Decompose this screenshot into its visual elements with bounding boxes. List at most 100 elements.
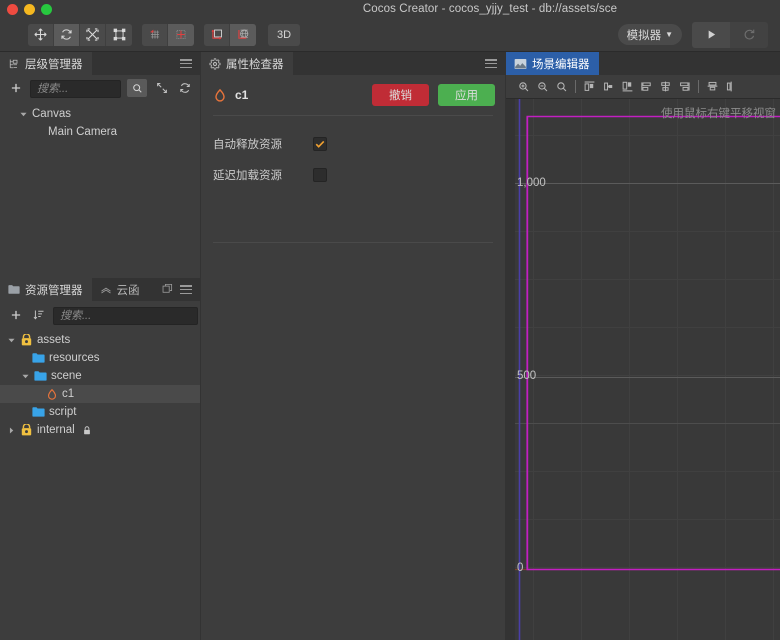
window-title: Cocos Creator - cocos_yjjy_test - db://a… bbox=[362, 3, 618, 15]
assets-menu-icon[interactable] bbox=[180, 285, 192, 294]
search-icon bbox=[132, 83, 142, 93]
chevron-down-icon[interactable] bbox=[18, 109, 28, 119]
align-center-h-button[interactable] bbox=[599, 77, 618, 97]
chevron-down-icon[interactable] bbox=[6, 335, 16, 345]
collapse-icon bbox=[156, 82, 167, 94]
play-icon bbox=[708, 30, 715, 39]
hierarchy-refresh-button[interactable] bbox=[176, 80, 193, 97]
hierarchy-tab-actions bbox=[180, 52, 200, 75]
distribute-v-button[interactable] bbox=[722, 77, 741, 97]
align-left-button[interactable] bbox=[580, 77, 599, 97]
assets-tabbar: 资源管理器 云函 bbox=[0, 278, 200, 301]
apply-button[interactable]: 应用 bbox=[438, 84, 495, 106]
tab-scene-editor-label: 场景编辑器 bbox=[532, 58, 590, 71]
local-coord-button[interactable] bbox=[204, 23, 230, 46]
title-bar: Cocos Creator - cocos_yjjy_test - db://a… bbox=[0, 0, 780, 18]
zoom-out-button[interactable] bbox=[533, 77, 552, 97]
distribute-h-button[interactable] bbox=[703, 77, 722, 97]
assets-node-script[interactable]: script bbox=[0, 403, 200, 421]
axis-label-500: 500 bbox=[517, 370, 537, 382]
scale-tool-button[interactable] bbox=[80, 23, 106, 46]
axis-label-1000: 1,000 bbox=[517, 177, 546, 189]
scene-viewport[interactable]: 使用鼠标右键平移视窗 1,000 500 0 bbox=[506, 99, 780, 640]
hierarchy-search-wrap bbox=[30, 79, 121, 98]
align-middle-v-icon bbox=[661, 81, 670, 92]
play-button[interactable] bbox=[692, 21, 730, 48]
scene-tabbar: 场景编辑器 bbox=[506, 52, 780, 75]
hierarchy-node-canvas[interactable]: Canvas bbox=[0, 105, 200, 123]
tab-hierarchy[interactable]: 层级管理器 bbox=[0, 52, 92, 75]
chevron-right-icon[interactable] bbox=[6, 425, 16, 435]
global-coord-button[interactable] bbox=[230, 23, 256, 46]
hierarchy-collapse-button[interactable] bbox=[153, 80, 170, 97]
assets-node-label: assets bbox=[37, 334, 71, 346]
assets-search-wrap bbox=[53, 306, 198, 325]
scene-panel: 场景编辑器 使用鼠标右键平移视窗 1,000 500 0 bbox=[506, 52, 780, 640]
pivot-anchor-button[interactable] bbox=[168, 23, 194, 46]
align-top-button[interactable] bbox=[637, 77, 656, 97]
inspector-asset-name: c1 bbox=[235, 88, 249, 102]
play-controls bbox=[692, 21, 768, 48]
scene-icon bbox=[215, 88, 225, 102]
tab-scene-editor[interactable]: 场景编辑器 bbox=[506, 52, 599, 75]
align-bottom-button[interactable] bbox=[675, 77, 694, 97]
hierarchy-add-button[interactable] bbox=[7, 80, 24, 97]
scene-toolbar bbox=[506, 75, 780, 99]
hierarchy-menu-icon[interactable] bbox=[180, 59, 192, 68]
zoom-reset-button[interactable] bbox=[552, 77, 571, 97]
hierarchy-toolbar bbox=[0, 75, 200, 101]
simulator-dropdown[interactable]: 模拟器 ▼ bbox=[617, 24, 682, 45]
hierarchy-search-input[interactable] bbox=[30, 80, 121, 98]
zoom-reset-icon bbox=[556, 81, 566, 91]
transform-tool-group bbox=[28, 23, 132, 46]
rect-transform-tool-button[interactable] bbox=[106, 23, 132, 46]
lock-icon bbox=[83, 425, 90, 434]
chevron-down-icon[interactable] bbox=[20, 371, 30, 381]
refresh-icon bbox=[179, 83, 190, 93]
rotate-tool-button[interactable] bbox=[54, 23, 80, 46]
assets-sort-button[interactable] bbox=[30, 306, 47, 323]
inspector-menu-icon[interactable] bbox=[485, 59, 497, 68]
assets-search-input[interactable] bbox=[53, 306, 198, 325]
hierarchy-icon bbox=[9, 59, 18, 68]
tab-cloud-function-label: 云函 bbox=[116, 284, 140, 297]
assets-node-internal[interactable]: internal bbox=[0, 421, 200, 439]
property-row-auto-release: 自动释放资源 bbox=[201, 128, 505, 159]
assets-node-resources[interactable]: resources bbox=[0, 349, 200, 367]
revert-button[interactable]: 撤销 bbox=[372, 84, 429, 106]
hierarchy-search-button[interactable] bbox=[127, 79, 147, 97]
assets-popout-icon[interactable] bbox=[162, 281, 173, 299]
hierarchy-node-main-camera[interactable]: Main Camera bbox=[0, 123, 200, 141]
inspector-header: c1 撤销 应用 bbox=[201, 75, 505, 115]
assets-node-c1[interactable]: c1 bbox=[0, 385, 200, 403]
zoom-in-button[interactable] bbox=[514, 77, 533, 97]
align-middle-v-button[interactable] bbox=[656, 77, 675, 97]
inspector-actions: 撤销 应用 bbox=[372, 84, 495, 106]
pivot-center-button[interactable] bbox=[142, 23, 168, 46]
auto-release-checkbox[interactable] bbox=[313, 136, 327, 151]
assets-add-button[interactable] bbox=[7, 306, 24, 323]
cloud-function-icon bbox=[100, 287, 111, 293]
property-row-lazy-load: 延迟加载资源 bbox=[201, 159, 505, 190]
assets-node-assets[interactable]: assets bbox=[0, 331, 200, 349]
property-label: 延迟加载资源 bbox=[213, 169, 282, 182]
lazy-load-checkbox[interactable] bbox=[313, 167, 327, 182]
chevron-down-icon: ▼ bbox=[665, 29, 673, 39]
assets-toolbar bbox=[0, 301, 200, 328]
coord-tool-group bbox=[204, 23, 256, 46]
assets-node-scene[interactable]: scene bbox=[0, 367, 200, 385]
tab-cloud-function[interactable]: 云函 bbox=[91, 278, 149, 301]
move-tool-button[interactable] bbox=[28, 23, 54, 46]
folder-icon bbox=[32, 407, 45, 417]
check-icon bbox=[315, 140, 325, 148]
toggle-3d-button[interactable]: 3D bbox=[268, 23, 300, 46]
tab-inspector[interactable]: 属性检查器 bbox=[201, 52, 293, 75]
sort-icon bbox=[33, 310, 43, 319]
db-icon bbox=[21, 423, 32, 435]
align-right-icon bbox=[622, 81, 633, 92]
tab-assets[interactable]: 资源管理器 bbox=[0, 278, 92, 301]
reload-button[interactable] bbox=[730, 21, 768, 48]
align-right-button[interactable] bbox=[618, 77, 637, 97]
zoom-out-icon bbox=[537, 81, 547, 91]
distribute-h-icon bbox=[707, 81, 718, 91]
